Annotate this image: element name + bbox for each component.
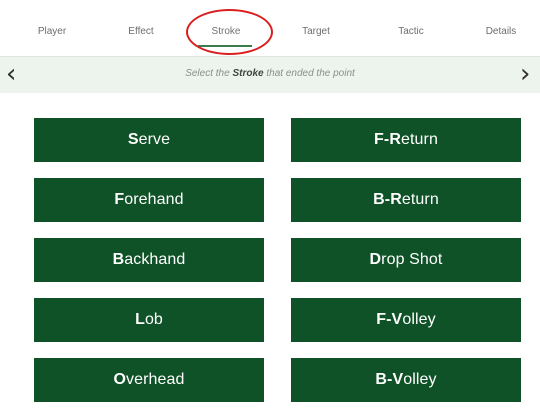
button-hotkey: B (112, 251, 125, 268)
lob-button[interactable]: Lob (34, 298, 264, 342)
tab-effect[interactable]: Effect (128, 26, 153, 37)
instruction-bar: ‹ Select the Stroke that ended the point… (0, 57, 540, 93)
tab-bar: Player Effect Stroke Target Tactic Detai… (0, 0, 540, 57)
instruction-text: Select the Stroke that ended the point (0, 68, 540, 79)
button-hotkey: B-R (373, 191, 402, 208)
button-label: eturn (401, 131, 438, 148)
chevron-right-icon[interactable]: › (520, 61, 530, 87)
tab-tactic[interactable]: Tactic (398, 26, 424, 37)
button-hotkey: F-R (374, 131, 401, 148)
stroke-selection-panel: Serve F-R eturn Forehand B-R eturn Backhan… (0, 93, 540, 415)
instruction-suffix: that ended the point (263, 68, 355, 79)
f-return-button[interactable]: F-R eturn (291, 118, 521, 162)
button-hotkey: D (369, 251, 382, 268)
button-label: orehand (124, 191, 184, 208)
button-hotkey: S (127, 131, 139, 148)
drop-shot-button[interactable]: Drop Shot (291, 238, 521, 282)
active-tab-indicator (198, 45, 252, 47)
forehand-button[interactable]: Forehand (34, 178, 264, 222)
tab-player[interactable]: Player (38, 26, 66, 37)
stroke-button-grid: Serve F-R eturn Forehand B-R eturn Backhan… (34, 118, 521, 402)
tab-details[interactable]: Details (486, 26, 517, 37)
b-volley-button[interactable]: B-V olley (291, 358, 521, 402)
button-hotkey: B-V (375, 371, 404, 388)
instruction-prefix: Select the (185, 68, 233, 79)
backhand-button[interactable]: Backhand (34, 238, 264, 282)
button-label: erve (138, 131, 171, 148)
b-return-button[interactable]: B-R eturn (291, 178, 521, 222)
tab-stroke[interactable]: Stroke (212, 26, 241, 37)
f-volley-button[interactable]: F-V olley (291, 298, 521, 342)
button-hotkey: L (135, 311, 145, 328)
button-hotkey: F (114, 191, 125, 208)
button-label: ob (144, 311, 163, 328)
button-label: verhead (126, 371, 185, 388)
button-label: olley (403, 371, 437, 388)
overhead-button[interactable]: Overhead (34, 358, 264, 402)
app-window: Player Effect Stroke Target Tactic Detai… (0, 0, 540, 415)
serve-button[interactable]: Serve (34, 118, 264, 162)
button-label: ackhand (124, 251, 186, 268)
button-label: eturn (401, 191, 439, 208)
button-label: olley (402, 311, 436, 328)
instruction-emphasis: Stroke (232, 68, 264, 79)
button-label: rop Shot (381, 251, 443, 268)
tab-target[interactable]: Target (302, 26, 330, 37)
button-hotkey: F-V (376, 311, 403, 328)
button-hotkey: O (113, 371, 126, 388)
